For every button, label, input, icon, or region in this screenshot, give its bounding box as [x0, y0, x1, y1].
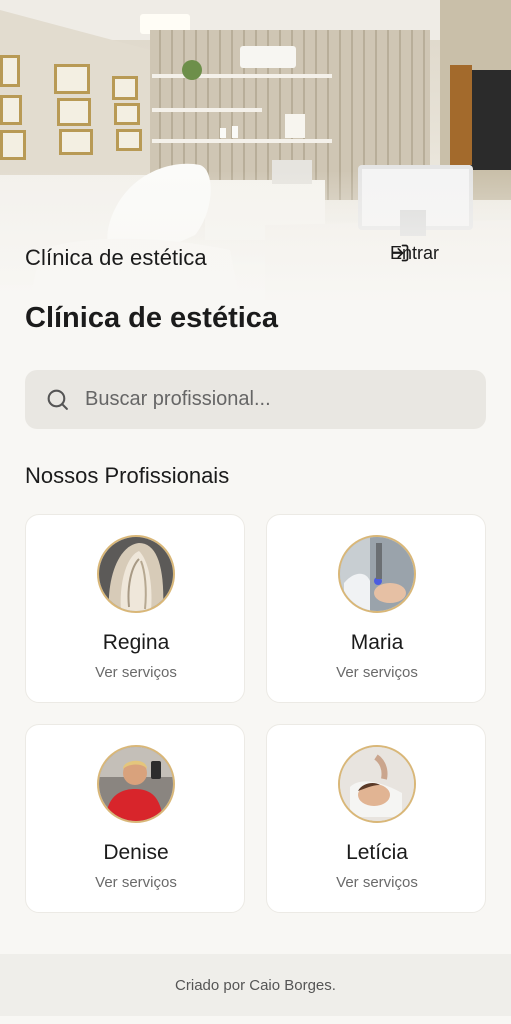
section-title-professionals: Nossos Profissionais — [25, 463, 230, 488]
professional-photo-denise — [99, 747, 173, 821]
avatar — [97, 745, 175, 823]
header-brand: Clínica de estética — [25, 245, 207, 270]
page-title: Clínica de estética — [25, 302, 279, 334]
search-icon — [47, 389, 68, 410]
professional-name: Regina — [102, 631, 170, 654]
avatar — [338, 535, 416, 613]
avatar — [338, 745, 416, 823]
search-input[interactable] — [85, 370, 475, 429]
professional-name: Maria — [350, 631, 404, 654]
professional-card-regina[interactable]: Regina Ver serviços — [25, 514, 245, 703]
professional-name: Letícia — [346, 841, 408, 864]
avatar — [97, 535, 175, 613]
view-services-link[interactable]: Ver serviços — [267, 874, 487, 891]
professional-photo-leticia — [340, 747, 414, 821]
professional-photo-maria — [340, 537, 414, 611]
footer-credit: Criado por Caio Borges. — [175, 976, 336, 994]
professional-card-denise[interactable]: Denise Ver serviços — [25, 724, 245, 913]
view-services-link[interactable]: Ver serviços — [267, 664, 487, 681]
footer: Criado por Caio Borges. — [0, 954, 511, 1016]
search-bar[interactable] — [25, 370, 486, 429]
view-services-link[interactable]: Ver serviços — [26, 874, 246, 891]
professional-card-leticia[interactable]: Letícia Ver serviços — [266, 724, 486, 913]
professional-card-maria[interactable]: Maria Ver serviços — [266, 514, 486, 703]
professional-photo-regina — [99, 537, 173, 611]
hero-banner: Clínica de estética Entrar — [0, 0, 511, 310]
login-arrow-icon — [391, 244, 409, 262]
professional-name: Denise — [103, 841, 169, 864]
login-button[interactable]: Entrar — [390, 243, 439, 264]
view-services-link[interactable]: Ver serviços — [26, 664, 246, 681]
